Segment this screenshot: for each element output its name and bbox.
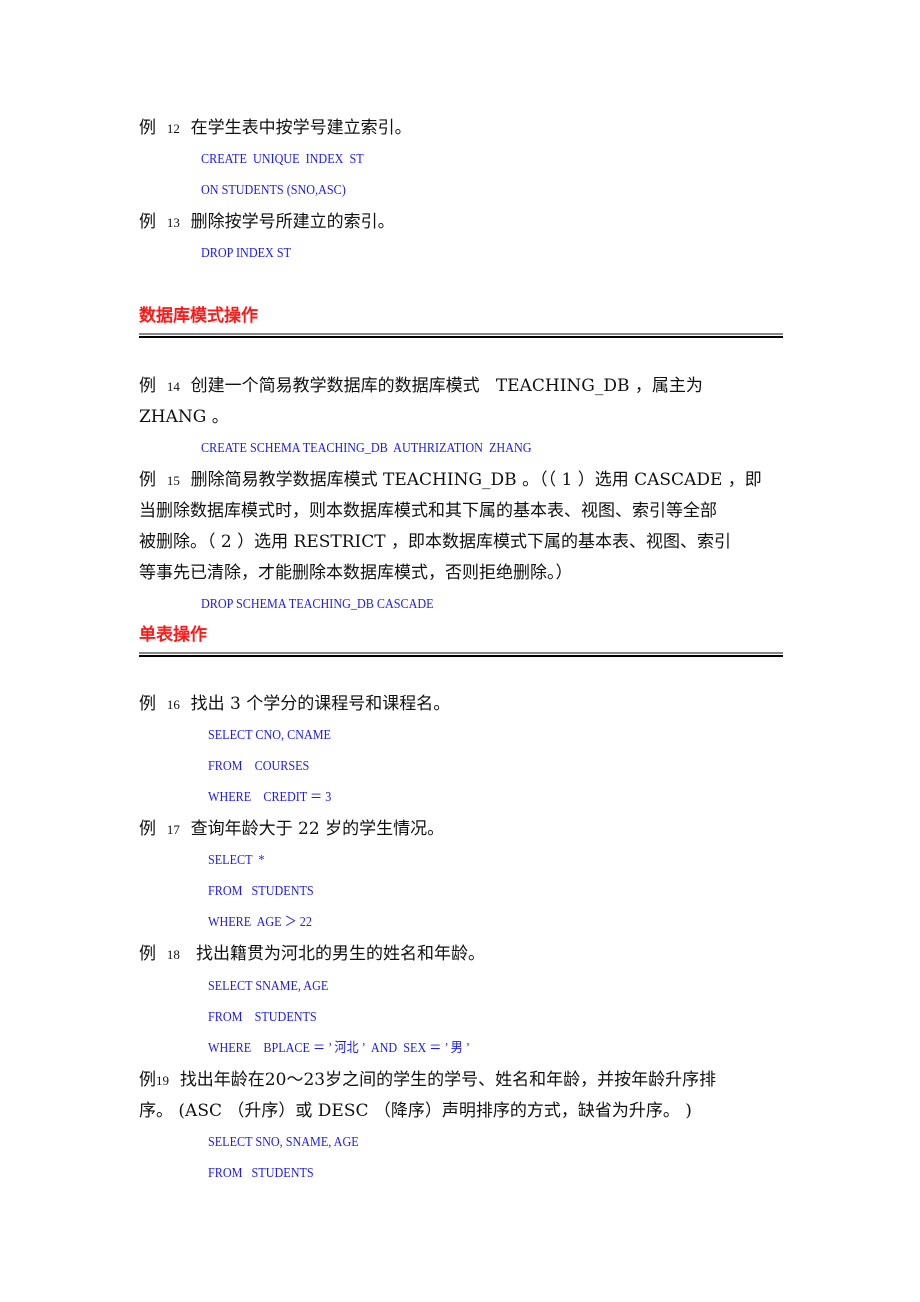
example-number: 13 bbox=[166, 215, 180, 230]
code-line: SELECT CNO, CNAME bbox=[208, 727, 331, 742]
example-label: 例 bbox=[139, 118, 156, 138]
code-line: DROP INDEX ST bbox=[201, 245, 292, 260]
example-label: 例 bbox=[139, 212, 156, 232]
code-line: DROP SCHEMA TEACHING_DB CASCADE bbox=[201, 596, 434, 611]
example-description: 在学生表中按学号建立索引。 bbox=[190, 118, 412, 138]
example-description: 找出籍贯为河北的男生的姓名和年龄。 bbox=[196, 944, 486, 964]
example-17-title: 例 17 查询年龄大于 22 岁的学生情况。 bbox=[139, 819, 444, 840]
example-number: 16 bbox=[166, 697, 180, 712]
example-number: 17 bbox=[166, 822, 180, 837]
example-description: 找出年龄在20～23岁之间的学生的学号、姓名和年龄，并按年龄升序排 bbox=[179, 1070, 717, 1090]
section-divider bbox=[139, 652, 783, 657]
example-number: 15 bbox=[166, 473, 180, 488]
example-19-title: 例19 找出年龄在20～23岁之间的学生的学号、姓名和年龄，并按年龄升序排 bbox=[139, 1070, 716, 1091]
code-line: FROM STUDENTS bbox=[208, 883, 314, 898]
code-line: ON STUDENTS (SNO,ASC) bbox=[201, 182, 346, 197]
code-line: WHERE BPLACE ＝ ’ 河北 ’ AND SEX ＝ ’ 男 ’ bbox=[208, 1040, 470, 1055]
section-heading-schema: 数据库模式操作 bbox=[139, 306, 258, 326]
code-line: WHERE AGE ＞ 22 bbox=[208, 914, 312, 929]
example-number: 14 bbox=[166, 379, 180, 394]
code-line: SELECT * bbox=[208, 852, 265, 867]
code-line: FROM COURSES bbox=[208, 758, 310, 773]
code-line: SELECT SNAME, AGE bbox=[208, 978, 329, 993]
example-description-cont: 序。 (ASC （升序）或 DESC （降序）声明排序的方式，缺省为升序。 ) bbox=[139, 1101, 692, 1121]
example-description: 删除简易教学数据库模式 TEACHING_DB 。（（ 1 ）选用 CASCAD… bbox=[190, 470, 762, 490]
code-line: SELECT SNO, SNAME, AGE bbox=[208, 1134, 359, 1149]
example-13-title: 例 13 删除按学号所建立的索引。 bbox=[139, 212, 395, 233]
example-label: 例 bbox=[139, 470, 156, 490]
example-description-cont: ZHANG 。 bbox=[139, 407, 229, 427]
code-line: FROM STUDENTS bbox=[208, 1009, 317, 1024]
example-label: 例 bbox=[139, 819, 156, 839]
example-number: 19 bbox=[156, 1073, 169, 1088]
example-description: 查询年龄大于 22 岁的学生情况。 bbox=[190, 819, 445, 839]
example-16-title: 例 16 找出 3 个学分的课程号和课程名。 bbox=[139, 694, 450, 715]
example-15-title: 例 15 删除简易教学数据库模式 TEACHING_DB 。（（ 1 ）选用 C… bbox=[139, 470, 762, 491]
example-number: 12 bbox=[166, 121, 180, 136]
example-14-title: 例 14 创建一个简易教学数据库的数据库模式 TEACHING_DB ，属主为 bbox=[139, 376, 703, 397]
example-description: 找出 3 个学分的课程号和课程名。 bbox=[190, 694, 451, 714]
example-description-cont: 被删除。（ 2 ）选用 RESTRICT ，即本数据库模式下属的基本表、视图、索… bbox=[139, 532, 731, 552]
example-label: 例 bbox=[139, 1070, 156, 1090]
code-line: FROM STUDENTS bbox=[208, 1165, 314, 1180]
example-description-cont: 当删除数据库模式时，则本数据库模式和其下属的基本表、视图、索引等全部 bbox=[139, 501, 717, 521]
example-label: 例 bbox=[139, 376, 156, 396]
code-line: WHERE CREDIT ＝ 3 bbox=[208, 789, 332, 804]
example-18-title: 例 18 找出籍贯为河北的男生的姓名和年龄。 bbox=[139, 944, 485, 965]
code-line: CREATE UNIQUE INDEX ST bbox=[201, 151, 364, 166]
code-line: CREATE SCHEMA TEACHING_DB AUTHRIZATION Z… bbox=[201, 440, 532, 455]
example-label: 例 bbox=[139, 944, 156, 964]
section-heading-single-table: 单表操作 bbox=[139, 625, 207, 645]
example-description: 创建一个简易教学数据库的数据库模式 TEACHING_DB ，属主为 bbox=[190, 376, 703, 396]
section-divider bbox=[139, 333, 783, 338]
example-description-cont: 等事先已清除，才能删除本数据库模式，否则拒绝删除。） bbox=[139, 563, 573, 583]
example-number: 18 bbox=[166, 947, 180, 962]
example-label: 例 bbox=[139, 694, 156, 714]
example-12-title: 例 12 在学生表中按学号建立索引。 bbox=[139, 118, 412, 139]
example-description: 删除按学号所建立的索引。 bbox=[190, 212, 395, 232]
